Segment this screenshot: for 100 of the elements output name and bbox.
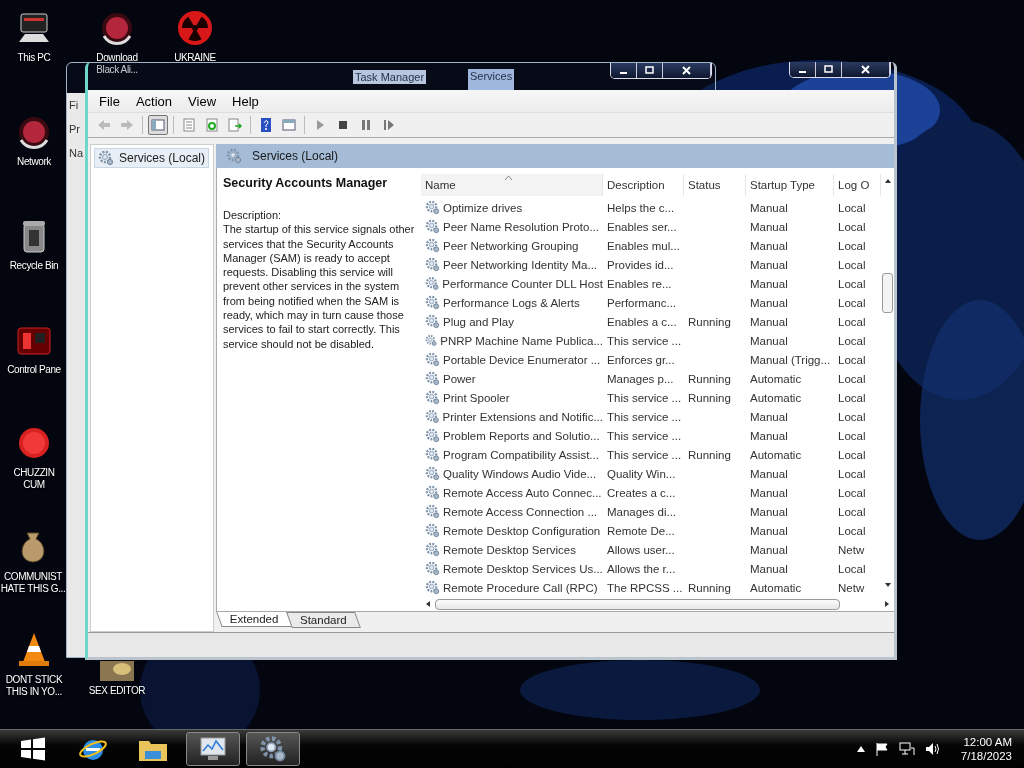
clock-time[interactable]: 12:00 AM	[963, 736, 1012, 748]
table-cell-text: Enables a c...	[606, 315, 678, 328]
table-cell-text: Local	[837, 562, 867, 575]
table-cell-text: This service ...	[606, 429, 683, 442]
table-cell-text: Manual	[749, 524, 789, 537]
table-cell-text: Local	[837, 467, 867, 480]
toolbar-button[interactable]	[148, 115, 168, 135]
service-name-cell[interactable]: Optimize drives	[421, 200, 603, 215]
service-name-cell[interactable]: Print Spooler	[421, 390, 603, 405]
table-cell-text: Creates a c...	[606, 486, 677, 499]
desktop-icon-label[interactable]: UKRAINE	[174, 52, 216, 64]
service-name-cell[interactable]: Program Compatibility Assist...	[421, 447, 603, 462]
service-gear-icon	[425, 333, 438, 348]
service-gear-icon	[425, 371, 440, 386]
desktop-icon-label[interactable]: Control Pane	[7, 364, 61, 376]
menu-item[interactable]: Action	[128, 93, 180, 109]
table-cell-text: Automatic	[749, 391, 803, 404]
column-header[interactable]: Name	[421, 174, 603, 196]
table-cell-text: Local	[837, 486, 867, 499]
view-tab[interactable]: Extended	[216, 612, 293, 627]
desktop-icon-label[interactable]: This PC	[17, 52, 51, 64]
table-cell-text: Automatic	[749, 581, 803, 594]
window-title: Task Manager	[353, 70, 427, 84]
column-header[interactable]: Startup Type	[746, 174, 834, 196]
service-name-cell[interactable]: Printer Extensions and Notific...	[421, 409, 603, 424]
service-name-cell[interactable]: Problem Reports and Solutio...	[421, 428, 603, 443]
scroll-arrow-icon[interactable]	[884, 582, 891, 588]
desktop-icon-label[interactable]: Recycle Bin	[9, 260, 59, 272]
scrollbar-thumb[interactable]	[882, 273, 893, 313]
scroll-arrow-icon[interactable]	[884, 601, 890, 607]
service-name-cell[interactable]: Remote Desktop Configuration	[421, 523, 603, 538]
close-icon	[682, 66, 691, 75]
network-icon[interactable]	[898, 742, 915, 756]
maximize-button[interactable]	[637, 63, 663, 78]
service-name-cell[interactable]: Peer Name Resolution Proto...	[421, 219, 603, 234]
service-name-cell[interactable]: Remote Desktop Services	[421, 542, 603, 557]
desktop-icon-label[interactable]: COMMUNIST HATE THIS G...	[0, 571, 66, 595]
minimize-button[interactable]	[790, 62, 816, 77]
table-cell-text: Helps the c...	[606, 201, 676, 214]
service-name-cell[interactable]: Remote Procedure Call (RPC)	[421, 580, 603, 595]
taskbar-button[interactable]	[186, 732, 240, 766]
service-name-cell[interactable]: Performance Counter DLL Host	[421, 276, 603, 291]
table-cell-text: Local	[837, 296, 867, 309]
back-icon	[96, 117, 112, 133]
minimize-button[interactable]	[611, 63, 637, 78]
menu-item[interactable]: View	[181, 93, 224, 109]
service-gear-icon	[425, 390, 440, 405]
vertical-scrollbar[interactable]	[881, 178, 894, 588]
table-cell-text: Quality Win...	[606, 467, 677, 480]
table-cell-text: Local	[837, 410, 867, 423]
table-cell-text: Local	[837, 429, 867, 442]
desktop-icon-label[interactable]: SEX EDITOR	[88, 685, 146, 697]
gear-icon	[226, 148, 242, 164]
menu-item[interactable]: Help	[225, 93, 266, 109]
service-name-cell[interactable]: PNRP Machine Name Publica...	[421, 333, 603, 348]
service-gear-icon	[425, 447, 440, 462]
flag-icon[interactable]	[874, 742, 889, 756]
panel-icon	[281, 117, 297, 133]
service-name-cell[interactable]: Portable Device Enumerator ...	[421, 352, 603, 367]
scroll-arrow-icon[interactable]	[884, 178, 891, 184]
desktop-icon-label[interactable]: DONT STICK THIS IN YO...	[5, 674, 63, 698]
desktop-icon-label[interactable]: Network	[17, 156, 51, 168]
table-cell-text: Running	[687, 315, 732, 328]
column-header[interactable]: Status	[684, 174, 746, 196]
close-button[interactable]	[842, 62, 890, 77]
service-name-cell[interactable]: Plug and Play	[421, 314, 603, 329]
table-cell-text: Remote De...	[606, 524, 676, 537]
cut-off-text: Na	[69, 147, 84, 159]
column-header[interactable]: Log O	[834, 174, 881, 196]
menu-item[interactable]: File	[92, 93, 127, 109]
service-name-cell[interactable]: Peer Networking Identity Ma...	[421, 257, 603, 272]
taskbar-button[interactable]	[246, 732, 300, 766]
service-name-cell[interactable]: Peer Networking Grouping	[421, 238, 603, 253]
service-name-cell[interactable]: Remote Desktop Services Us...	[421, 561, 603, 576]
show-hidden-icons-icon[interactable]	[856, 746, 865, 752]
volume-icon[interactable]	[924, 742, 941, 756]
view-tab[interactable]: Standard	[285, 612, 361, 628]
service-gear-icon	[425, 238, 440, 253]
service-name-cell[interactable]: Remote Access Connection ...	[421, 504, 603, 519]
service-name-cell[interactable]: Quality Windows Audio Vide...	[421, 466, 603, 481]
service-name-cell[interactable]: Remote Access Auto Connec...	[421, 485, 603, 500]
table-cell-text: Allows the r...	[606, 562, 677, 575]
column-header[interactable]: Description	[603, 174, 684, 196]
maximize-icon	[645, 66, 654, 75]
table-cell-text: Performanc...	[606, 296, 678, 309]
tree-item[interactable]: Services (Local)	[94, 148, 210, 168]
service-name-cell[interactable]: Performance Logs & Alerts	[421, 295, 603, 310]
maximize-button[interactable]	[816, 62, 842, 77]
desktop-icon-label[interactable]: Download Black Ali...	[96, 52, 138, 76]
table-cell-text: Local	[837, 315, 867, 328]
cut-off-text: Fi	[69, 99, 79, 111]
pane-title: Services (Local)	[252, 149, 339, 163]
table-cell-text: Manual	[749, 505, 789, 518]
service-gear-icon	[425, 523, 440, 538]
service-gear-icon	[425, 200, 440, 215]
close-button[interactable]	[663, 63, 711, 78]
desktop-icon-label[interactable]: CHUZZIN CUM	[13, 467, 55, 491]
scroll-arrow-icon[interactable]	[425, 601, 431, 607]
clock-date[interactable]: 7/18/2023	[960, 750, 1012, 762]
service-name-cell[interactable]: Power	[421, 371, 603, 386]
